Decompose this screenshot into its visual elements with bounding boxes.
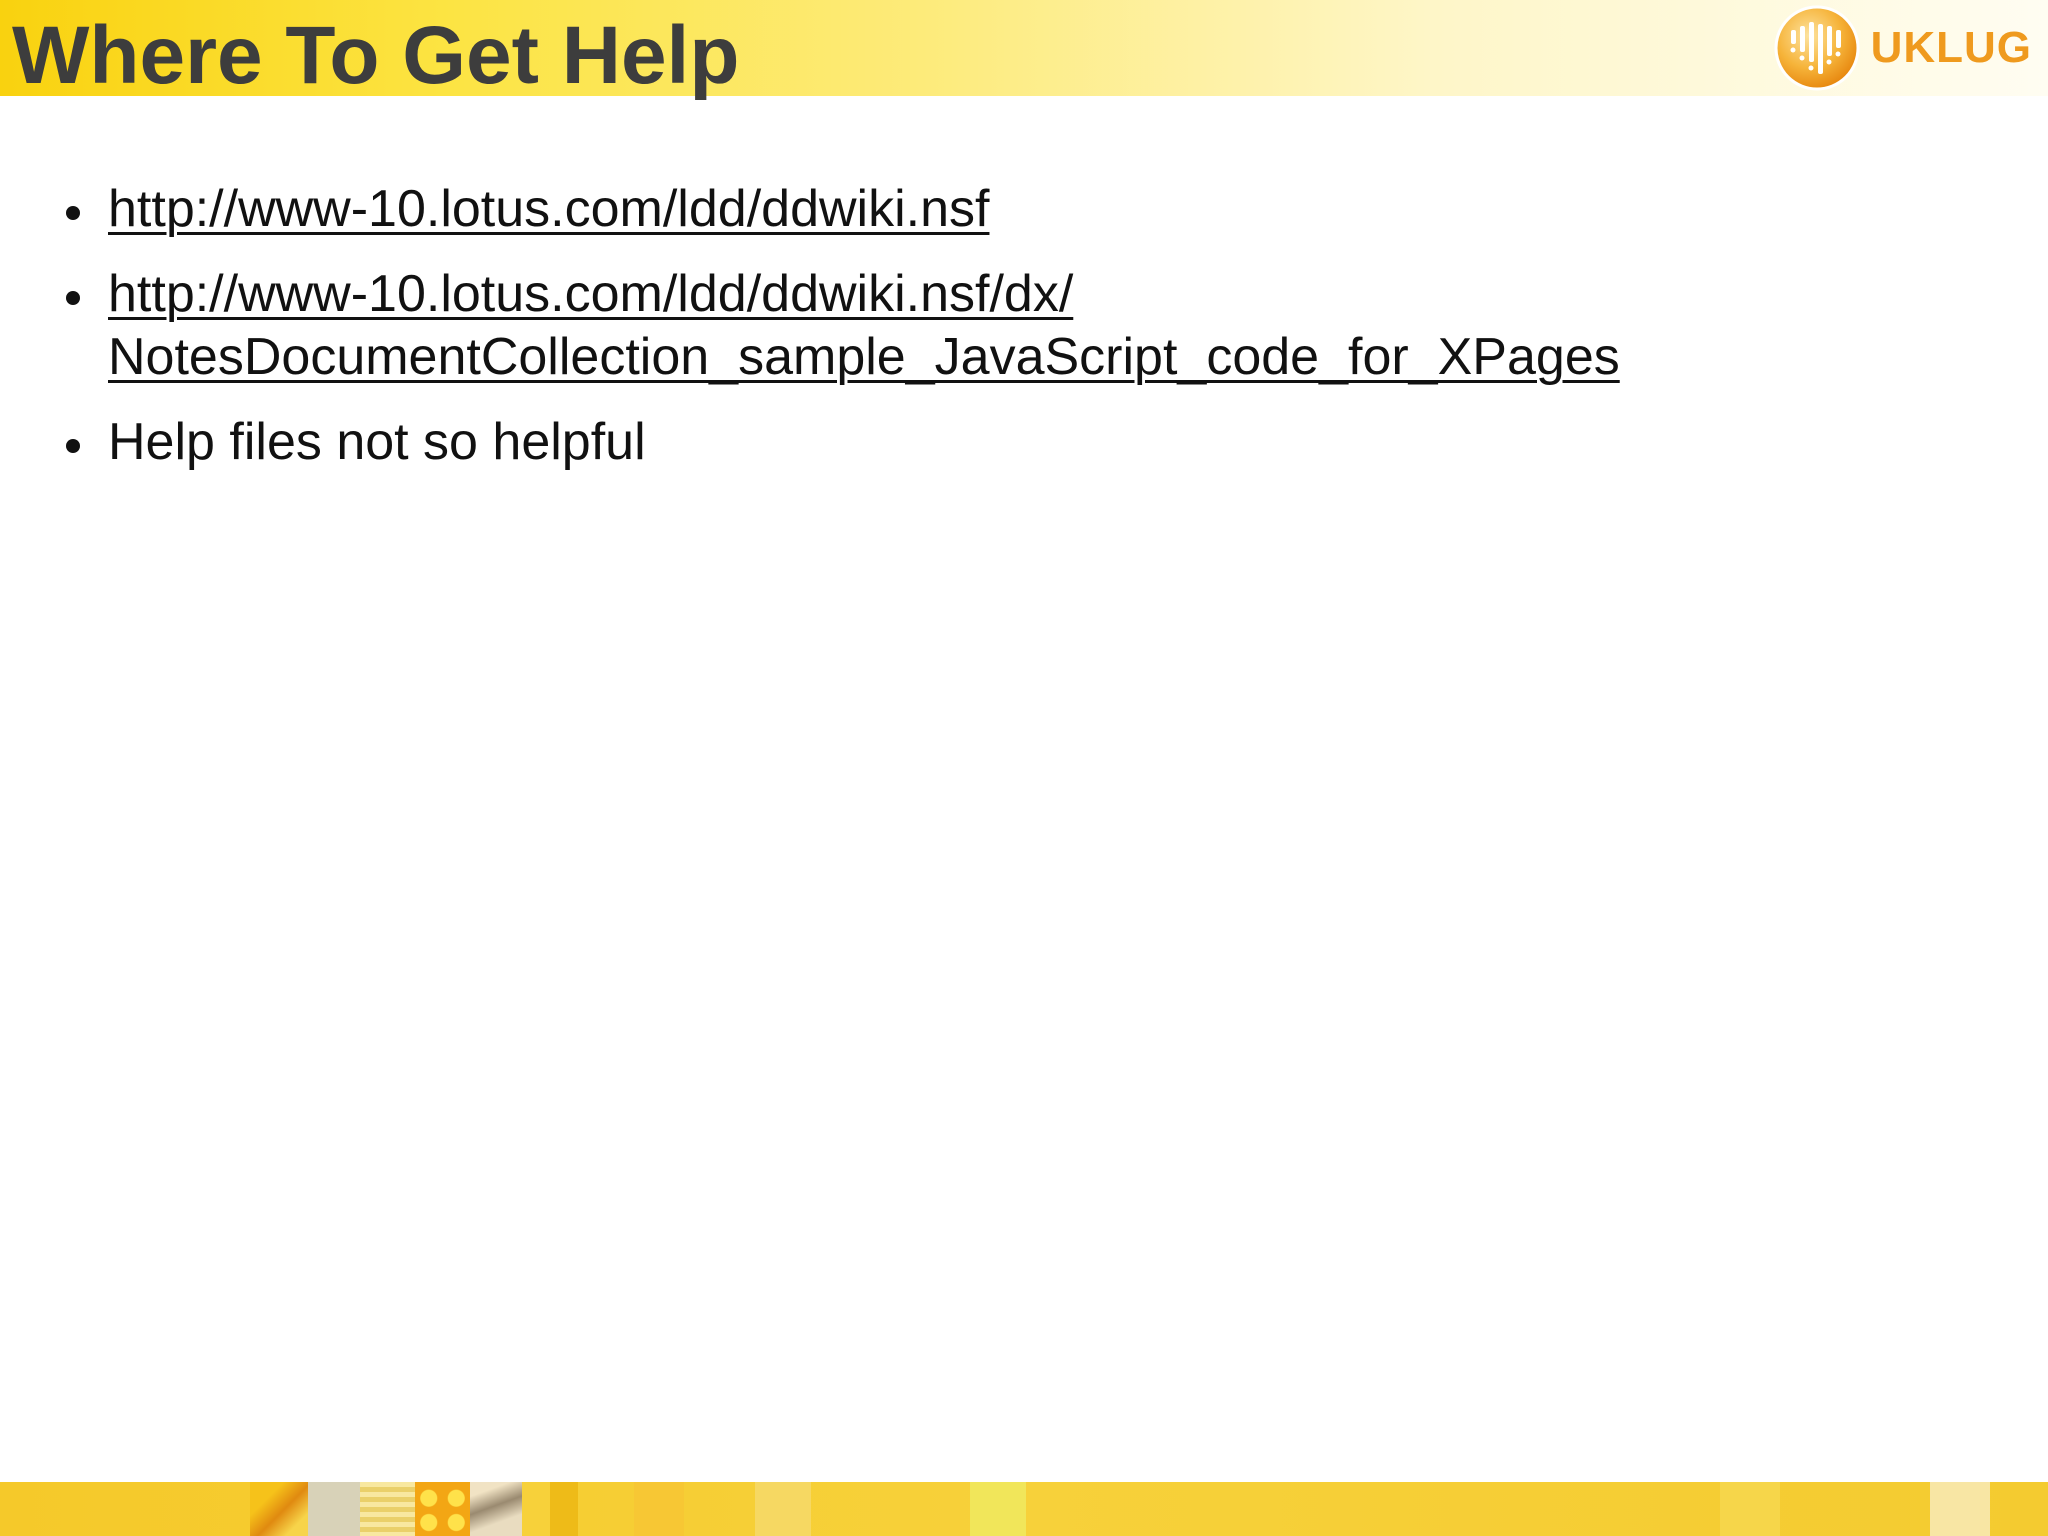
footer-decoration bbox=[1930, 1482, 1990, 1536]
footer-decoration bbox=[470, 1482, 522, 1536]
uklug-logo-icon bbox=[1774, 5, 1860, 91]
link-text-line-2: NotesDocumentCollection_sample_JavaScrip… bbox=[108, 328, 1620, 386]
bullet-item: http://www-10.lotus.com/ldd/ddwiki.nsf/d… bbox=[60, 263, 1980, 389]
bullet-text: Help files not so helpful bbox=[108, 413, 646, 471]
link-text-line-1: http://www-10.lotus.com/ldd/ddwiki.nsf/d… bbox=[108, 265, 1074, 323]
footer-decoration bbox=[755, 1482, 811, 1536]
footer-decoration bbox=[308, 1482, 360, 1536]
bullet-list: http://www-10.lotus.com/ldd/ddwiki.nsf h… bbox=[60, 178, 1980, 474]
bullet-item: Help files not so helpful bbox=[60, 411, 1980, 474]
footer-decoration bbox=[522, 1482, 550, 1536]
slide-title: Where To Get Help bbox=[12, 10, 740, 101]
slide: Where To Get Help UKLUG http://www-10.lo… bbox=[0, 0, 2048, 1536]
footer-decoration bbox=[360, 1482, 415, 1536]
footer-decoration bbox=[250, 1482, 308, 1536]
ddwiki-link[interactable]: http://www-10.lotus.com/ldd/ddwiki.nsf bbox=[108, 178, 1980, 241]
footer-decoration bbox=[415, 1482, 470, 1536]
bullet-item: http://www-10.lotus.com/ldd/ddwiki.nsf bbox=[60, 178, 1980, 241]
bullet-dot bbox=[66, 439, 80, 453]
footer-decoration bbox=[550, 1482, 578, 1536]
footer-decoration bbox=[634, 1482, 684, 1536]
content-area: http://www-10.lotus.com/ldd/ddwiki.nsf h… bbox=[60, 178, 1980, 496]
footer-decoration bbox=[970, 1482, 1026, 1536]
bullet-dot bbox=[66, 206, 80, 220]
logo-text: UKLUG bbox=[1870, 23, 2032, 72]
footer-decoration bbox=[1720, 1482, 1780, 1536]
xpages-sample-link[interactable]: http://www-10.lotus.com/ldd/ddwiki.nsf/d… bbox=[108, 263, 1980, 389]
title-band: Where To Get Help UKLUG bbox=[0, 0, 2048, 101]
uklug-logo: UKLUG bbox=[1773, 4, 2032, 92]
link-text: http://www-10.lotus.com/ldd/ddwiki.nsf bbox=[108, 180, 990, 238]
footer-band bbox=[0, 1482, 2048, 1536]
bullet-dot bbox=[66, 291, 80, 305]
